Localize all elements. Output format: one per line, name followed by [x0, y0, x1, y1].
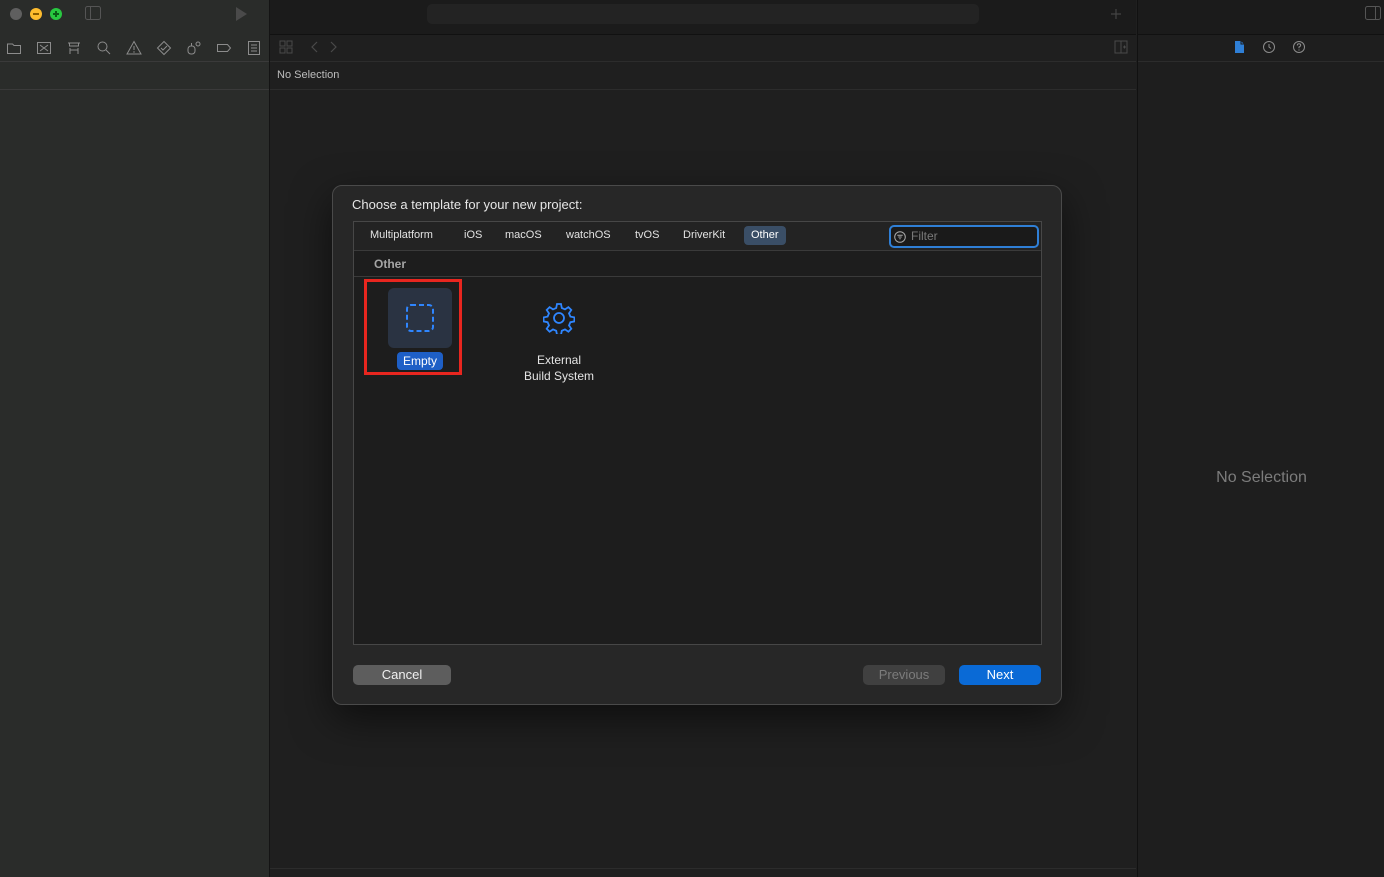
new-project-template-dialog: Choose a template for your new project: … [332, 185, 1062, 705]
cancel-button[interactable]: Cancel [353, 665, 451, 685]
minimize-window-button[interactable] [30, 8, 42, 20]
file-inspector-icon[interactable] [1232, 40, 1246, 54]
search-icon[interactable] [96, 40, 112, 56]
filter-icon [894, 230, 906, 243]
next-button[interactable]: Next [959, 665, 1041, 685]
toolbar [270, 0, 1136, 35]
jump-bar-label: No Selection [277, 69, 340, 81]
split-editor-icon[interactable] [1114, 40, 1128, 54]
navigator-tab-bar [0, 35, 269, 62]
template-external-icon-wrap [527, 288, 591, 348]
symbol-icon[interactable] [66, 40, 82, 56]
breakpoint-icon[interactable] [216, 40, 232, 56]
template-panel: Multiplatform iOS macOS watchOS tvOS Dri… [353, 221, 1042, 645]
quick-help-icon[interactable] [1292, 40, 1306, 54]
jump-bar: No Selection [270, 62, 1136, 90]
editor-tab-bar [270, 35, 1136, 62]
tab-macos[interactable]: macOS [498, 226, 549, 245]
platform-tab-bar: Multiplatform iOS macOS watchOS tvOS Dri… [354, 222, 1041, 251]
run-icon[interactable] [233, 6, 249, 22]
editor-bottom-bar [270, 868, 1136, 877]
inspector-toggle-icon[interactable] [1365, 6, 1381, 20]
template-external-label: External Build System [494, 352, 624, 384]
gear-icon [543, 303, 575, 334]
forward-chevron-icon[interactable] [327, 40, 339, 54]
section-label: Other [374, 257, 407, 271]
filter-placeholder: Filter [911, 229, 938, 243]
grid-icon[interactable] [279, 40, 293, 54]
dialog-title: Choose a template for your new project: [352, 197, 583, 212]
inspector-tab-bar [1138, 35, 1384, 62]
template-external-label-line1: External [536, 353, 582, 367]
zoom-window-button[interactable] [50, 8, 62, 20]
tab-watchos[interactable]: watchOS [559, 226, 618, 245]
debug-icon[interactable] [186, 40, 202, 56]
tab-other[interactable]: Other [744, 226, 786, 245]
tab-multiplatform[interactable]: Multiplatform [363, 226, 440, 245]
inspector-pane: No Selection [1137, 0, 1384, 877]
tab-driverkit[interactable]: DriverKit [676, 226, 732, 245]
section-header: Other [354, 251, 1041, 277]
folder-icon[interactable] [6, 40, 22, 56]
history-inspector-icon[interactable] [1262, 40, 1276, 54]
inspector-empty-label: No Selection [1216, 469, 1307, 486]
template-external-label-line2: Build System [523, 369, 595, 383]
test-icon[interactable] [156, 40, 172, 56]
tab-tvos[interactable]: tvOS [628, 226, 666, 245]
activity-viewer [427, 4, 979, 24]
tab-ios[interactable]: iOS [457, 226, 489, 245]
sidebar-toggle-icon[interactable] [85, 6, 101, 20]
report-icon[interactable] [246, 40, 262, 56]
navigator-divider [0, 89, 269, 90]
window-controls [10, 8, 62, 20]
close-window-button[interactable] [10, 8, 22, 20]
inspector-titlebar [1138, 0, 1384, 35]
add-icon[interactable] [1110, 7, 1122, 19]
source-control-icon[interactable] [36, 40, 52, 56]
selection-highlight-box [364, 279, 462, 375]
filter-field[interactable]: Filter [889, 225, 1039, 248]
template-external-build-system[interactable]: External Build System [494, 280, 624, 390]
back-chevron-icon[interactable] [309, 40, 321, 54]
navigator-pane [0, 0, 270, 877]
warning-icon[interactable] [126, 40, 142, 56]
previous-button[interactable]: Previous [863, 665, 945, 685]
